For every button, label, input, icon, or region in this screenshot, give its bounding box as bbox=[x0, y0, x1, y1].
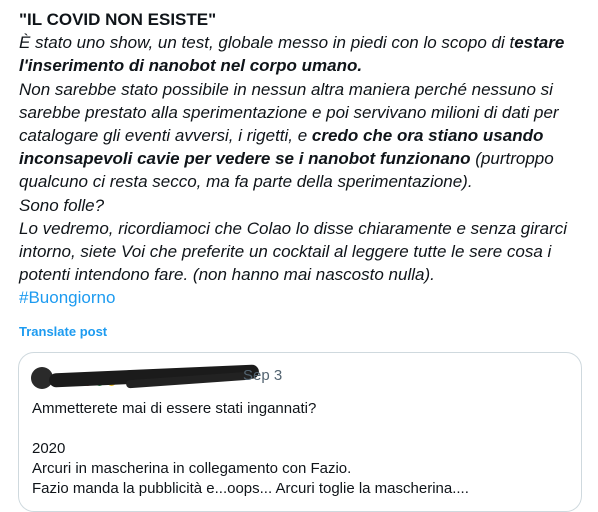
post-p1-text: È stato uno show, un test, globale messo… bbox=[19, 33, 515, 53]
quoted-post-text: Ammetterete mai di essere stati ingannat… bbox=[32, 399, 562, 499]
quoted-line: 2020 bbox=[32, 440, 66, 457]
post-paragraph-4: Lo vedremo, ricordiamoci che Colao lo di… bbox=[19, 218, 568, 285]
quoted-line: Arcuri in mascherina in collegamento con… bbox=[32, 460, 352, 477]
quoted-line: Fazio manda la pubblicità e...oops... Ar… bbox=[32, 480, 469, 497]
quoted-post-card[interactable]: Sep 3 Ammetterete mai di essere stati in… bbox=[18, 352, 582, 512]
post-paragraph-3: Sono folle? bbox=[19, 195, 105, 215]
post-paragraph-1: È stato uno show, un test, globale messo… bbox=[19, 31, 589, 77]
quoted-post-date[interactable]: Sep 3 bbox=[243, 367, 282, 384]
post-headline: "IL COVID NON ESISTE" bbox=[19, 10, 217, 29]
hashtag-link[interactable]: #Buongiorno bbox=[19, 286, 589, 309]
quoted-line: Ammetterete mai di essere stati ingannat… bbox=[32, 400, 317, 417]
post: "IL COVID NON ESISTE" È stato uno show, … bbox=[0, 0, 598, 512]
translate-post-link[interactable]: Translate post bbox=[19, 324, 107, 339]
post-paragraph-2: Non sarebbe stato possibile in nessun al… bbox=[19, 78, 589, 194]
quoted-post-header bbox=[31, 364, 331, 389]
post-body: "IL COVID NON ESISTE" È stato uno show, … bbox=[19, 8, 589, 310]
